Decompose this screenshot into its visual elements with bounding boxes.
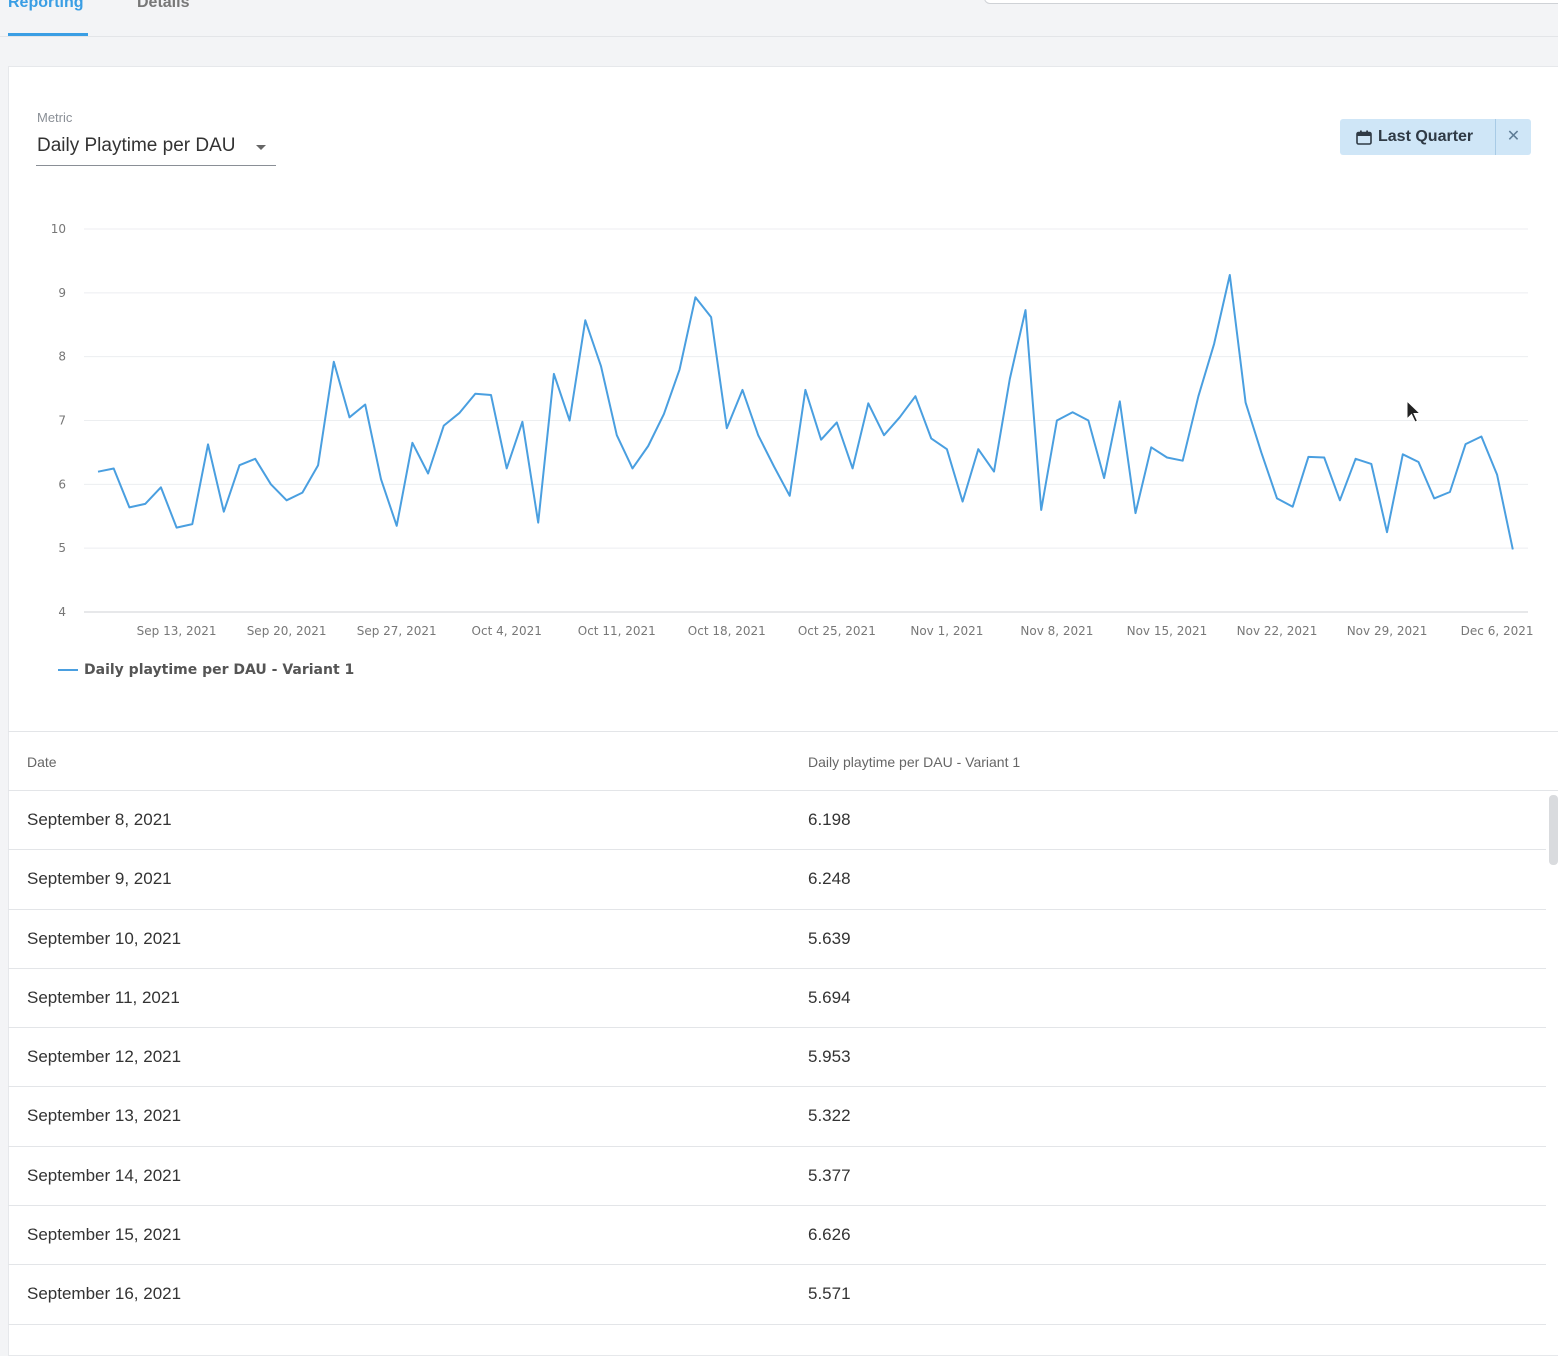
column-header-value[interactable]: Daily playtime per DAU - Variant 1 [808, 754, 1020, 770]
y-tick-label: 4 [58, 605, 66, 619]
tab-reporting[interactable]: Reporting [8, 0, 84, 12]
table-row[interactable]: September 14, 2021 5.377 [8, 1147, 1546, 1207]
cell-value: 6.198 [808, 810, 851, 829]
table-body: September 8, 2021 6.198 September 9, 2021 6… [8, 791, 1558, 1325]
date-range-label: Last Quarter [1378, 128, 1474, 145]
x-tick-label: Nov 8, 2021 [1020, 624, 1093, 638]
x-tick-label: Sep 20, 2021 [247, 624, 327, 638]
x-tick-label: Oct 4, 2021 [472, 624, 542, 638]
x-tick-label: Dec 6, 2021 [1461, 624, 1534, 638]
tab-bar: Reporting Details [0, 0, 1558, 37]
table-row[interactable]: September 13, 2021 5.322 [8, 1087, 1546, 1147]
cell-date: September 14, 2021 [27, 1165, 182, 1185]
table-row[interactable]: September 11, 2021 5.694 [8, 969, 1546, 1029]
cell-value: 6.248 [808, 869, 851, 889]
mouse-pointer-icon [1406, 400, 1422, 423]
cell-value: 6.626 [808, 1225, 851, 1245]
x-tick-label: Nov 29, 2021 [1347, 624, 1428, 638]
cell-date: September 13, 2021 [27, 1106, 182, 1126]
metric-label: Metric [37, 110, 73, 125]
x-tick-label: Nov 1, 2021 [910, 624, 983, 638]
cell-value: 5.377 [808, 1165, 851, 1185]
cell-value: 5.322 [808, 1106, 851, 1126]
y-tick-label: 7 [58, 414, 66, 428]
legend-swatch [58, 669, 78, 671]
table-row[interactable]: September 16, 2021 5.571 [8, 1265, 1546, 1325]
data-table: Date Daily playtime per DAU - Variant 1 … [8, 731, 1558, 1325]
table-row[interactable]: September 8, 2021 6.198 [8, 791, 1546, 851]
column-header-date[interactable]: Date [27, 754, 57, 770]
table-row[interactable]: September 10, 2021 5.639 [8, 910, 1546, 969]
cell-value: 5.694 [808, 987, 851, 1007]
cell-date: September 11, 2021 [27, 987, 180, 1007]
date-range-button[interactable]: Last Quarter [1340, 119, 1495, 155]
y-tick-label: 9 [58, 286, 66, 300]
y-tick-label: 5 [58, 541, 66, 555]
table-row[interactable]: September 12, 2021 5.953 [8, 1028, 1546, 1088]
cell-date: September 16, 2021 [27, 1284, 182, 1304]
active-tab-indicator [8, 33, 88, 36]
line-chart: 4 5 6 7 8 9 10 Sep 13, 2021 Sep 20, 2021 Sep 27, … [51, 222, 1534, 638]
close-icon[interactable]: ✕ [1496, 119, 1531, 155]
legend-label: Daily playtime per DAU - Variant 1 [84, 662, 355, 678]
cell-value: 5.639 [808, 928, 851, 948]
series-line[interactable] [97, 274, 1514, 550]
x-tick-label: Sep 27, 2021 [357, 624, 437, 638]
y-tick-label: 8 [58, 350, 66, 364]
calendar-icon [1356, 130, 1372, 145]
y-tick-label: 10 [51, 222, 66, 236]
tab-details[interactable]: Details [137, 0, 189, 12]
table-header: Date Daily playtime per DAU - Variant 1 [8, 731, 1558, 791]
table-row[interactable]: September 15, 2021 6.626 [8, 1206, 1546, 1266]
metric-selected-value: Daily Playtime per DAU [37, 135, 236, 156]
cell-date: September 12, 2021 [27, 1047, 182, 1067]
x-tick-label: Nov 15, 2021 [1127, 624, 1208, 638]
x-tick-label: Oct 25, 2021 [798, 624, 876, 638]
table-row[interactable]: September 9, 2021 6.248 [8, 850, 1546, 910]
x-tick-label: Oct 18, 2021 [688, 624, 766, 638]
cell-date: September 15, 2021 [27, 1225, 182, 1245]
date-range-chip: Last Quarter ✕ [1340, 119, 1531, 155]
x-tick-label: Oct 11, 2021 [578, 624, 656, 638]
chevron-down-icon [256, 145, 266, 150]
x-tick-label: Nov 22, 2021 [1237, 624, 1318, 638]
cell-date: September 8, 2021 [27, 810, 172, 829]
x-tick-label: Sep 13, 2021 [137, 624, 217, 638]
cell-value: 5.571 [808, 1284, 851, 1304]
y-tick-label: 6 [58, 477, 66, 491]
cell-date: September 9, 2021 [27, 869, 172, 889]
metric-dropdown[interactable]: Daily Playtime per DAU [36, 132, 276, 166]
table-scrollbar[interactable] [1549, 795, 1558, 865]
cell-date: September 10, 2021 [27, 928, 182, 948]
search-input[interactable] [984, 0, 1558, 4]
cell-value: 5.953 [808, 1047, 851, 1067]
